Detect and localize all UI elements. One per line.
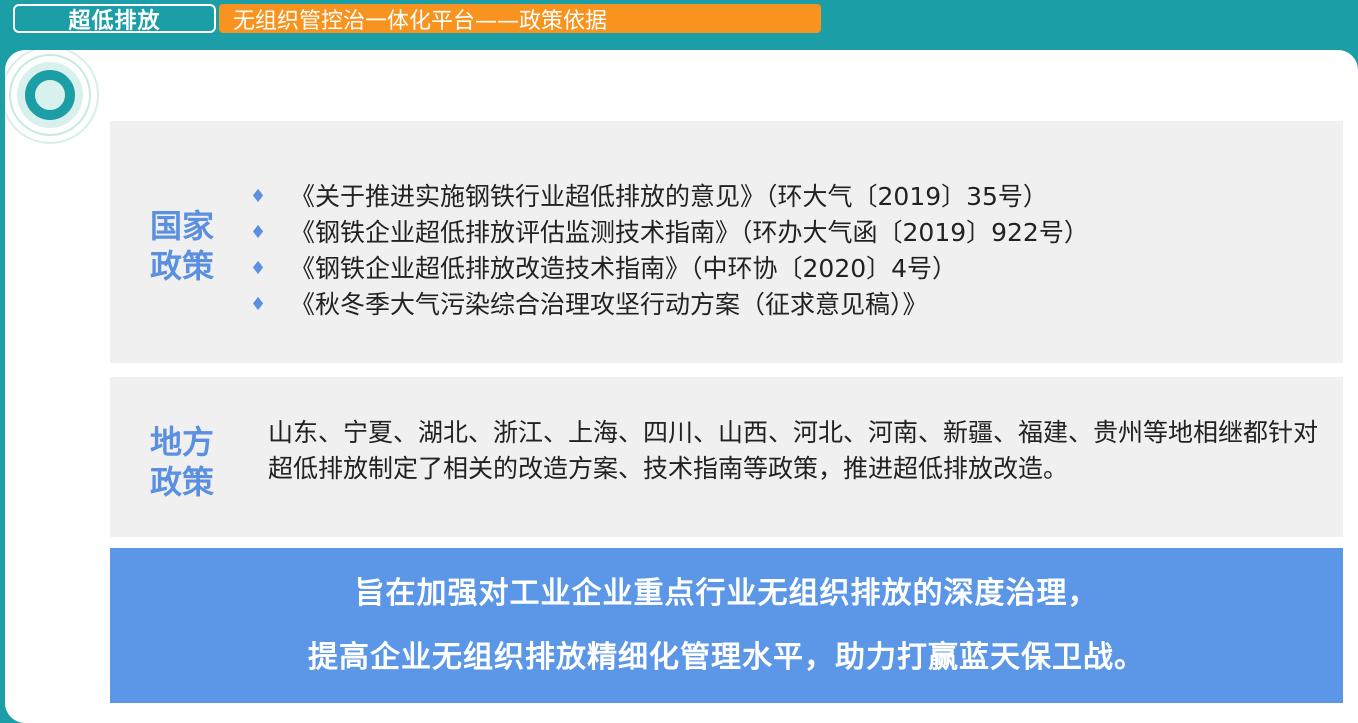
diamond-bullet-icon: ♦ <box>250 294 267 315</box>
banner-line2: 提高企业无组织排放精细化管理水平，助力打赢蓝天保卫战。 <box>308 639 1145 675</box>
policy-text: 《秋冬季大气污染综合治理攻坚行动方案（征求意见稿）》 <box>290 290 928 319</box>
local-policy-card: 地方 政策 山东、宁夏、湖北、浙江、上海、四川、山西、河北、河南、新疆、福建、贵… <box>110 377 1343 537</box>
national-title-line2: 政策 <box>149 247 214 285</box>
section-tag: 超低排放 <box>13 4 216 34</box>
national-policy-card: 国家 政策 ♦ 《关于推进实施钢铁行业超低排放的意见》（环大气〔2019〕35号）… <box>110 121 1343 363</box>
local-title-line1: 地方 <box>149 423 214 461</box>
list-item: ♦ 《钢铁企业超低排放评估监测技术指南》（环办大气函〔2019〕922号） <box>250 215 1089 251</box>
national-title-line1: 国家 <box>149 207 214 245</box>
list-item: ♦ 《秋冬季大气污染综合治理攻坚行动方案（征求意见稿）》 <box>250 287 1089 323</box>
local-policy-title: 地方 政策 <box>142 422 222 502</box>
summary-banner: 旨在加强对工业企业重点行业无组织排放的深度治理， 提高企业无组织排放精细化管理水… <box>110 548 1343 703</box>
local-policy-text: 山东、宁夏、湖北、浙江、上海、四川、山西、河北、河南、新疆、福建、贵州等地相继都… <box>268 418 1319 483</box>
list-item: ♦ 《钢铁企业超低排放改造技术指南》（中环协〔2020〕4号） <box>250 251 1089 287</box>
policy-text: 《钢铁企业超低排放改造技术指南》（中环协〔2020〕4号） <box>290 254 958 283</box>
diamond-bullet-icon: ♦ <box>250 222 267 243</box>
policy-text: 《关于推进实施钢铁行业超低排放的意见》（环大气〔2019〕35号） <box>290 182 1048 211</box>
national-policy-list: ♦ 《关于推进实施钢铁行业超低排放的意见》（环大气〔2019〕35号） ♦ 《钢铁企… <box>250 179 1089 323</box>
target-ring-icon <box>5 50 99 144</box>
page-title: 无组织管控治一体化平台——政策依据 <box>219 4 821 34</box>
local-title-line2: 政策 <box>149 463 214 501</box>
banner-line1: 旨在加强对工业企业重点行业无组织排放的深度治理， <box>354 575 1099 611</box>
diamond-bullet-icon: ♦ <box>250 186 267 207</box>
list-item: ♦ 《关于推进实施钢铁行业超低排放的意见》（环大气〔2019〕35号） <box>250 179 1089 215</box>
policy-text: 《钢铁企业超低排放评估监测技术指南》（环办大气函〔2019〕922号） <box>290 218 1089 247</box>
national-policy-title: 国家 政策 <box>142 206 222 286</box>
diamond-bullet-icon: ♦ <box>250 258 267 279</box>
content-panel: 国家 政策 ♦ 《关于推进实施钢铁行业超低排放的意见》（环大气〔2019〕35号）… <box>5 50 1358 723</box>
